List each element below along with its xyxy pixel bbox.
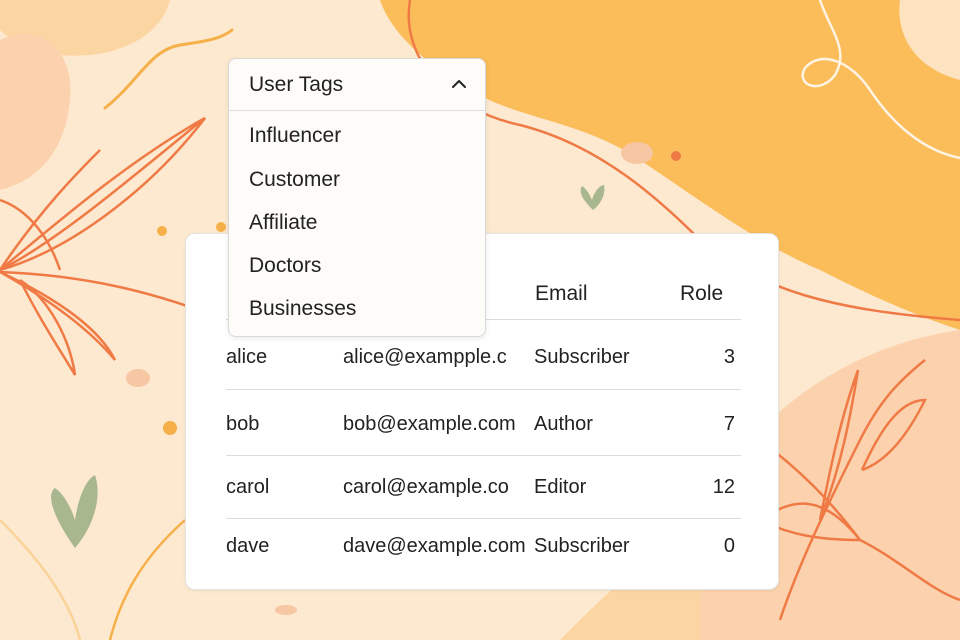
dropdown-option-businesses[interactable]: Businesses — [249, 297, 356, 321]
column-header-role[interactable]: Role — [680, 282, 723, 306]
dropdown-option-affiliate[interactable]: Affiliate — [249, 211, 318, 235]
row-role: Editor — [534, 476, 587, 498]
row-email: bob@example.com — [343, 413, 516, 435]
row-name: alice — [226, 346, 268, 368]
dropdown-title: User Tags — [249, 73, 344, 96]
row-role: Subscriber — [534, 535, 630, 557]
row-name: bob — [226, 413, 260, 435]
dropdown-option-influencer[interactable]: Influencer — [249, 124, 341, 148]
row-divider — [226, 455, 741, 456]
dropdown-option-customer[interactable]: Customer — [249, 168, 340, 192]
row-divider — [226, 518, 741, 519]
user-tags-dropdown-toggle[interactable]: User Tags — [229, 59, 485, 111]
row-count: 7 — [723, 413, 735, 435]
row-role: Subscriber — [534, 346, 630, 368]
row-role: Author — [534, 413, 593, 435]
row-count: 12 — [712, 476, 735, 498]
row-count: 0 — [723, 535, 735, 557]
row-name: carol — [226, 476, 270, 498]
chevron-up-icon — [452, 80, 466, 88]
row-divider — [226, 389, 741, 390]
column-header-email[interactable]: Email — [535, 282, 588, 306]
dropdown-option-doctors[interactable]: Doctors — [249, 254, 321, 278]
row-email: alice@exampple.c — [343, 346, 507, 368]
row-count: 3 — [723, 346, 735, 368]
row-email: carol@example.co — [343, 476, 509, 498]
row-email: dave@example.com — [343, 535, 526, 557]
user-tags-dropdown: User Tags Influencer Customer Affiliate … — [228, 58, 486, 337]
row-name: dave — [226, 535, 270, 557]
